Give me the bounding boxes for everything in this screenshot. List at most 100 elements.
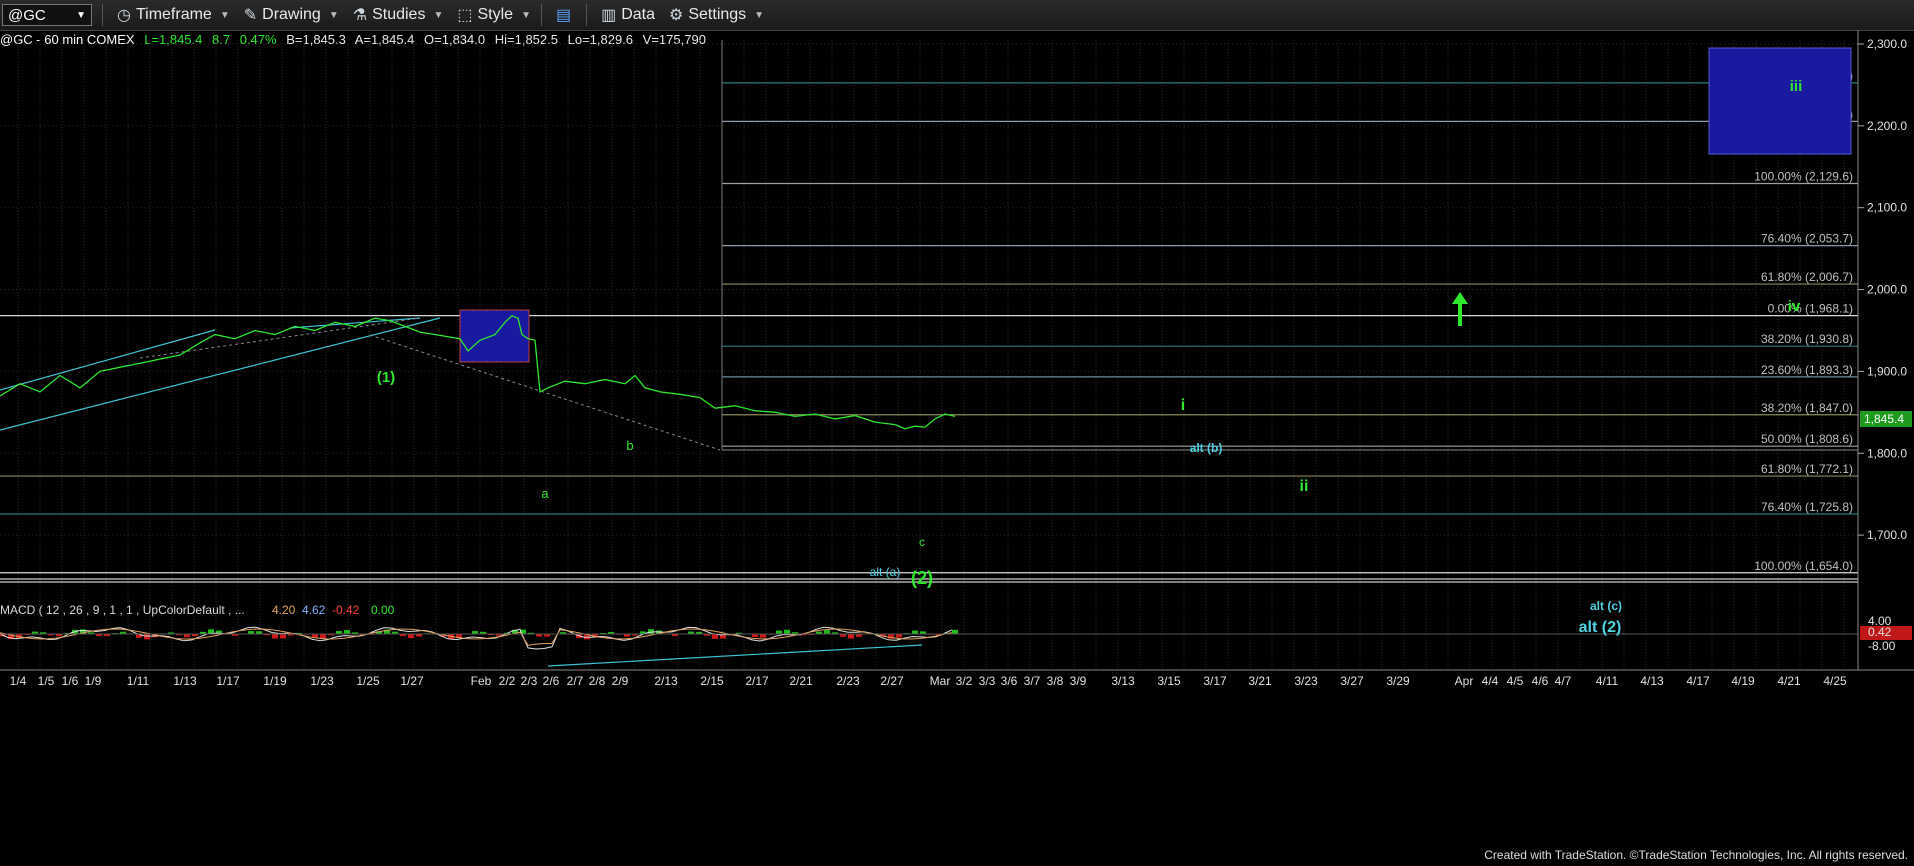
toolbar-divider [540,4,542,26]
date-tick-label: 1/4 [10,674,27,688]
wave-label: ii [1300,478,1309,495]
macd-title: MACD ( 12 , 26 , 9 , 1 , 1 , UpColorDefa… [0,603,245,617]
price-chart[interactable]: 138.20% (2,252.5)123.60% (2,205.5)100.00… [0,30,1914,866]
date-tick-label: 2/23 [836,674,860,688]
date-tick-label: 1/25 [356,674,380,688]
gear-icon: ⚙ [669,7,684,24]
date-tick-label: 4/21 [1777,674,1801,688]
wave-label: a [541,486,549,501]
fib-label: 76.40% (1,725.8) [1761,500,1853,514]
bar-chart-icon: ▥ [601,7,617,24]
drawing-label: Drawing [262,6,321,23]
price-tick-label: 2,100.0 [1867,201,1907,215]
date-tick-label: 2/21 [789,674,813,688]
date-tick-label: 3/3 [979,674,996,688]
drawing-menu[interactable]: ✎ Drawing ▼ [244,5,339,25]
date-tick-label: 4/13 [1640,674,1664,688]
fib-label: 50.00% (1,808.6) [1761,432,1853,446]
date-tick-label: 2/8 [589,674,606,688]
date-tick-label: 4/25 [1823,674,1847,688]
chevron-down-icon[interactable]: ▼ [76,10,86,21]
data-menu[interactable]: ▥ Data [601,5,655,25]
style-menu[interactable]: ⬚ Style ▼ [457,5,531,25]
timeframe-menu[interactable]: ◷ Timeframe ▼ [117,5,230,25]
date-tick-label: 1/11 [127,674,150,688]
wave-label: alt (a) [870,565,901,579]
price-tick-label: 2,200.0 [1867,119,1907,133]
wave-label: c [919,535,925,549]
chevron-down-icon: ▼ [328,9,339,21]
chevron-down-icon: ▼ [754,9,765,21]
consolidation-box [459,309,530,363]
price-tick-label: 1,700.0 [1867,528,1907,542]
macd-axis-label: -8.00 [1868,639,1896,653]
date-tick-label: 3/7 [1024,674,1041,688]
date-tick-label: 2/9 [612,674,629,688]
arrow-up-icon [1452,292,1468,326]
date-tick-label: Mar [930,674,951,688]
studies-label: Studies [372,6,426,23]
date-tick-label: 2/17 [745,674,769,688]
macd-histogram-bar [312,634,318,638]
price-axis: 2,300.0 2,200.0 2,100.0 2,000.0 1,900.0 1,800… [1858,37,1907,542]
fib-label: 61.80% (2,006.7) [1761,270,1853,284]
timeframe-label: Timeframe [135,6,212,23]
date-tick-label: 2/2 [499,674,516,688]
date-tick-label: 3/15 [1157,674,1181,688]
pencil-icon: ✎ [243,7,258,24]
macd-histogram-bar [896,634,902,638]
layout-icon: ▤ [555,7,572,24]
date-tick-label: 3/17 [1203,674,1227,688]
date-tick-label: 2/15 [700,674,724,688]
price-tick-label: 2,000.0 [1867,283,1907,297]
date-tick-label: 3/29 [1386,674,1410,688]
macd-line [0,626,953,650]
date-tick-label: 4/6 [1532,674,1549,688]
wave-label: iv [1788,298,1801,315]
wave-label: (1) [377,369,395,386]
price-tick-label: 2,300.0 [1867,37,1907,51]
fib-label: 100.00% (2,129.6) [1754,169,1853,183]
date-tick-label: 3/9 [1070,674,1087,688]
date-tick-label: 2/3 [521,674,538,688]
wave-labels: (1)abc(2)alt (a)alt (b)iiiiiiivalt (c)al… [377,78,1802,636]
date-tick-label: 1/9 [85,674,102,688]
macd-histogram-bar [144,634,150,640]
wave-label: b [626,438,633,453]
fib-label: 76.40% (2,053.7) [1761,232,1853,246]
date-tick-label: 4/11 [1596,674,1619,688]
layout-button[interactable]: ▤ [556,5,576,25]
date-tick-label: 3/8 [1047,674,1064,688]
date-tick-label: 1/13 [173,674,197,688]
copyright-footer: Created with TradeStation. ©TradeStation… [1484,848,1908,862]
clock-icon: ◷ [117,7,131,24]
date-tick-label: Apr [1455,674,1474,688]
macd-histogram-bar [272,634,278,639]
symbol-input[interactable]: @GC ▼ [2,4,92,26]
wave-label: alt (c) [1590,599,1622,613]
symbol-text: @GC [8,6,46,24]
settings-menu[interactable]: ⚙ Settings ▼ [669,5,764,25]
date-tick-label: 3/27 [1340,674,1364,688]
date-tick-label: 1/23 [310,674,334,688]
wave-label: (2) [911,568,933,588]
last-price-text: 1,845.4 [1864,412,1904,426]
macd-histogram-bar [760,634,766,638]
style-icon: ⬚ [457,7,473,24]
fib-label: 100.00% (1,654.0) [1754,559,1853,573]
date-axis: 1/4 1/5 1/6 1/9 1/11 1/13 1/17 1/19 1/23 1/25 1/27… [10,674,1847,688]
macd-histogram-bar [320,634,326,639]
studies-menu[interactable]: ⚗ Studies ▼ [353,5,444,25]
date-tick-label: 2/27 [880,674,904,688]
date-tick-label: 4/7 [1555,674,1572,688]
price-tick-label: 1,900.0 [1867,364,1907,378]
trend-line [0,317,441,431]
date-tick-label: 1/17 [216,674,240,688]
macd-histogram-bar [848,634,854,639]
fib-label: 38.20% (1,847.0) [1761,401,1853,415]
macd-trend-line [547,644,923,667]
wave-label: i [1181,397,1185,414]
data-label: Data [621,6,656,23]
date-tick-label: 2/13 [654,674,678,688]
style-label: Style [477,6,514,23]
